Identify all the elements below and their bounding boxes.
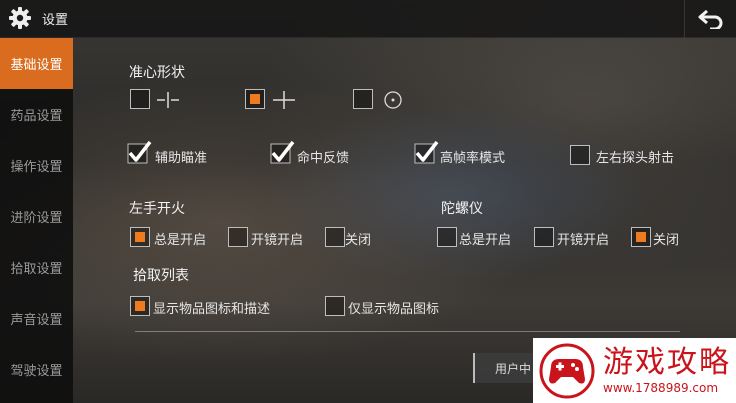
peek-shoot-label: 左右探头射击 xyxy=(596,151,675,166)
gamepad-logo-icon xyxy=(539,343,595,398)
checkmark-icon xyxy=(414,140,439,164)
gyro-off-radio[interactable] xyxy=(631,227,651,247)
sidebar-item-label: 拾取设置 xyxy=(10,262,63,277)
sidebar-item-label: 驾驶设置 xyxy=(10,364,63,379)
crosshair-section-title: 准心形状 xyxy=(129,65,185,81)
sidebar-item-label: 进阶设置 xyxy=(10,211,63,226)
sidebar-item-driving[interactable]: 驾驶设置 xyxy=(0,344,73,395)
crosshair-option-1-checkbox[interactable] xyxy=(130,89,150,109)
back-arrow-icon xyxy=(698,9,722,29)
sidebar-item-basic[interactable]: 基础设置 xyxy=(0,38,73,89)
high-fps-label: 高帧率模式 xyxy=(440,151,506,166)
pickup-icon-desc-radio[interactable] xyxy=(130,296,150,316)
pickup-icon-only-radio[interactable] xyxy=(325,296,345,316)
sidebar-item-pickup[interactable]: 拾取设置 xyxy=(0,242,73,293)
back-button[interactable] xyxy=(684,0,736,38)
sidebar-item-medicine[interactable]: 药品设置 xyxy=(0,89,73,140)
aim-assist-checkbox[interactable] xyxy=(127,140,152,164)
watermark-text-group: 游戏攻略 www.1788989.com xyxy=(603,344,731,396)
site-watermark: 游戏攻略 www.1788989.com xyxy=(533,338,736,403)
left-fire-scope-radio[interactable] xyxy=(228,227,248,247)
gear-icon xyxy=(8,6,32,30)
sidebar-item-label: 基础设置 xyxy=(10,58,63,73)
pickup-section-title: 拾取列表 xyxy=(133,268,189,284)
gyroscope-section-title: 陀螺仪 xyxy=(441,201,483,217)
watermark-url: www.1788989.com xyxy=(603,380,719,395)
gyro-always-label: 总是开启 xyxy=(459,233,512,248)
user-center-label: 用户中 xyxy=(495,361,532,376)
aim-assist-label: 辅助瞄准 xyxy=(155,151,208,166)
left-fire-always-radio[interactable] xyxy=(130,227,150,247)
crosshair-plus-icon xyxy=(273,91,295,109)
high-fps-checkbox[interactable] xyxy=(414,140,439,164)
checkmark-icon xyxy=(127,140,152,164)
sidebar-item-advanced[interactable]: 进阶设置 xyxy=(0,191,73,242)
checkmark-icon xyxy=(270,140,295,164)
gyro-off-label: 关闭 xyxy=(653,233,680,248)
pickup-icon-only-label: 仅显示物品图标 xyxy=(348,302,440,317)
crosshair-gap-icon xyxy=(157,92,179,108)
hit-feedback-checkbox[interactable] xyxy=(270,140,295,164)
header-title-area: 设置 xyxy=(8,6,68,30)
sidebar-item-label: 药品设置 xyxy=(10,109,63,124)
sidebar-item-label: 操作设置 xyxy=(10,160,63,175)
sidebar-item-controls[interactable]: 操作设置 xyxy=(0,140,73,191)
top-bar: 设置 xyxy=(0,0,736,38)
left-fire-always-label: 总是开启 xyxy=(154,233,207,248)
left-fire-section-title: 左手开火 xyxy=(129,201,185,217)
watermark-title: 游戏攻略 xyxy=(603,344,731,380)
gyro-always-radio[interactable] xyxy=(437,227,457,247)
hit-feedback-label: 命中反馈 xyxy=(297,151,350,166)
crosshair-circle-dot-icon xyxy=(384,91,402,109)
gyro-scope-radio[interactable] xyxy=(534,227,554,247)
peek-shoot-checkbox[interactable] xyxy=(570,145,590,165)
settings-sidebar: 基础设置 药品设置 操作设置 进阶设置 拾取设置 声音设置 驾驶设置 xyxy=(0,38,73,403)
page-title: 设置 xyxy=(42,12,69,28)
crosshair-option-3-checkbox[interactable] xyxy=(353,89,373,109)
section-divider xyxy=(135,331,680,332)
pickup-icon-desc-label: 显示物品图标和描述 xyxy=(153,302,271,317)
left-fire-off-label: 关闭 xyxy=(345,233,372,248)
crosshair-option-2-checkbox[interactable] xyxy=(245,89,265,109)
gyro-scope-label: 开镜开启 xyxy=(557,233,610,248)
sidebar-item-label: 声音设置 xyxy=(10,313,63,328)
left-fire-scope-label: 开镜开启 xyxy=(251,233,304,248)
left-fire-off-radio[interactable] xyxy=(325,227,345,247)
sidebar-item-sound[interactable]: 声音设置 xyxy=(0,293,73,344)
